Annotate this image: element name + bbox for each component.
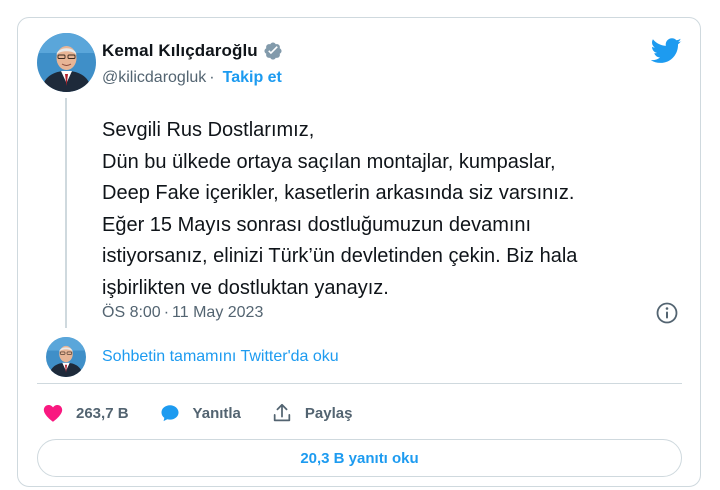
read-replies-button[interactable]: 20,3 B yanıtı oku <box>37 439 682 477</box>
avatar-portrait-icon <box>46 337 86 377</box>
share-upload-icon <box>273 403 291 422</box>
meta-separator: · <box>163 304 170 321</box>
heart-icon <box>43 405 63 422</box>
tweet-timestamp[interactable]: ÖS 8:00 · 11 May 2023 <box>102 302 263 324</box>
action-bar: 263,7 B Yanıtla Paylaş <box>42 401 382 425</box>
share-button[interactable]: Paylaş <box>271 402 353 424</box>
read-conversation-link[interactable]: Sohbetin tamamını Twitter'da oku <box>102 348 339 366</box>
tweet-time: ÖS 8:00 <box>102 304 161 321</box>
reply-label: Yanıtla <box>192 404 241 422</box>
tweet-text-line: istiyorsanız, elinizi Türk’ün devletinde… <box>102 245 578 267</box>
tweet-embed-card: Kemal Kılıçdaroğlu @kilicdarogluk · Taki… <box>17 17 701 487</box>
tweet-text: Sevgili Rus Dostlarımız, Dün bu ülkede o… <box>102 115 682 304</box>
author-avatar-small <box>46 337 86 377</box>
tweet-text-line: Deep Fake içerikler, kasetlerin arkasınd… <box>102 182 575 204</box>
twitter-bird-icon[interactable] <box>650 38 682 64</box>
avatar-portrait-icon <box>37 33 96 92</box>
conversation-row[interactable]: Sohbetin tamamını Twitter'da oku <box>46 337 339 377</box>
read-replies-label: 20,3 B yanıtı oku <box>300 449 419 467</box>
tweet-text-line: Sevgili Rus Dostlarımız, <box>102 119 315 141</box>
author-handle[interactable]: @kilicdarogluk <box>102 69 206 87</box>
author-avatar[interactable] <box>37 33 96 92</box>
speech-bubble-icon <box>161 405 179 422</box>
reply-button[interactable]: Yanıtla <box>159 402 241 424</box>
tweet-text-line: Eğer 15 Mayıs sonrası dostluğumuzun deva… <box>102 213 532 236</box>
info-icon[interactable] <box>655 301 679 325</box>
tweet-date: 11 May 2023 <box>172 304 264 321</box>
follow-link[interactable]: Takip et <box>223 69 282 87</box>
divider <box>37 383 682 384</box>
author-name-row[interactable]: Kemal Kılıçdaroğlu <box>102 40 283 62</box>
like-count: 263,7 B <box>76 404 129 422</box>
tweet-text-line: Dün bu ülkede ortaya saçılan montajlar, … <box>102 150 556 173</box>
tweet-text-line: işbirlikten ve dostluktan yanayız. <box>102 276 389 299</box>
author-display-name[interactable]: Kemal Kılıçdaroğlu <box>102 41 258 61</box>
share-label: Paylaş <box>304 404 353 422</box>
like-button[interactable]: 263,7 B <box>42 402 129 424</box>
thread-line <box>65 98 67 328</box>
author-handle-row: @kilicdarogluk · Takip et <box>102 68 282 88</box>
verified-badge-icon <box>263 41 283 61</box>
handle-separator: · <box>209 69 215 86</box>
